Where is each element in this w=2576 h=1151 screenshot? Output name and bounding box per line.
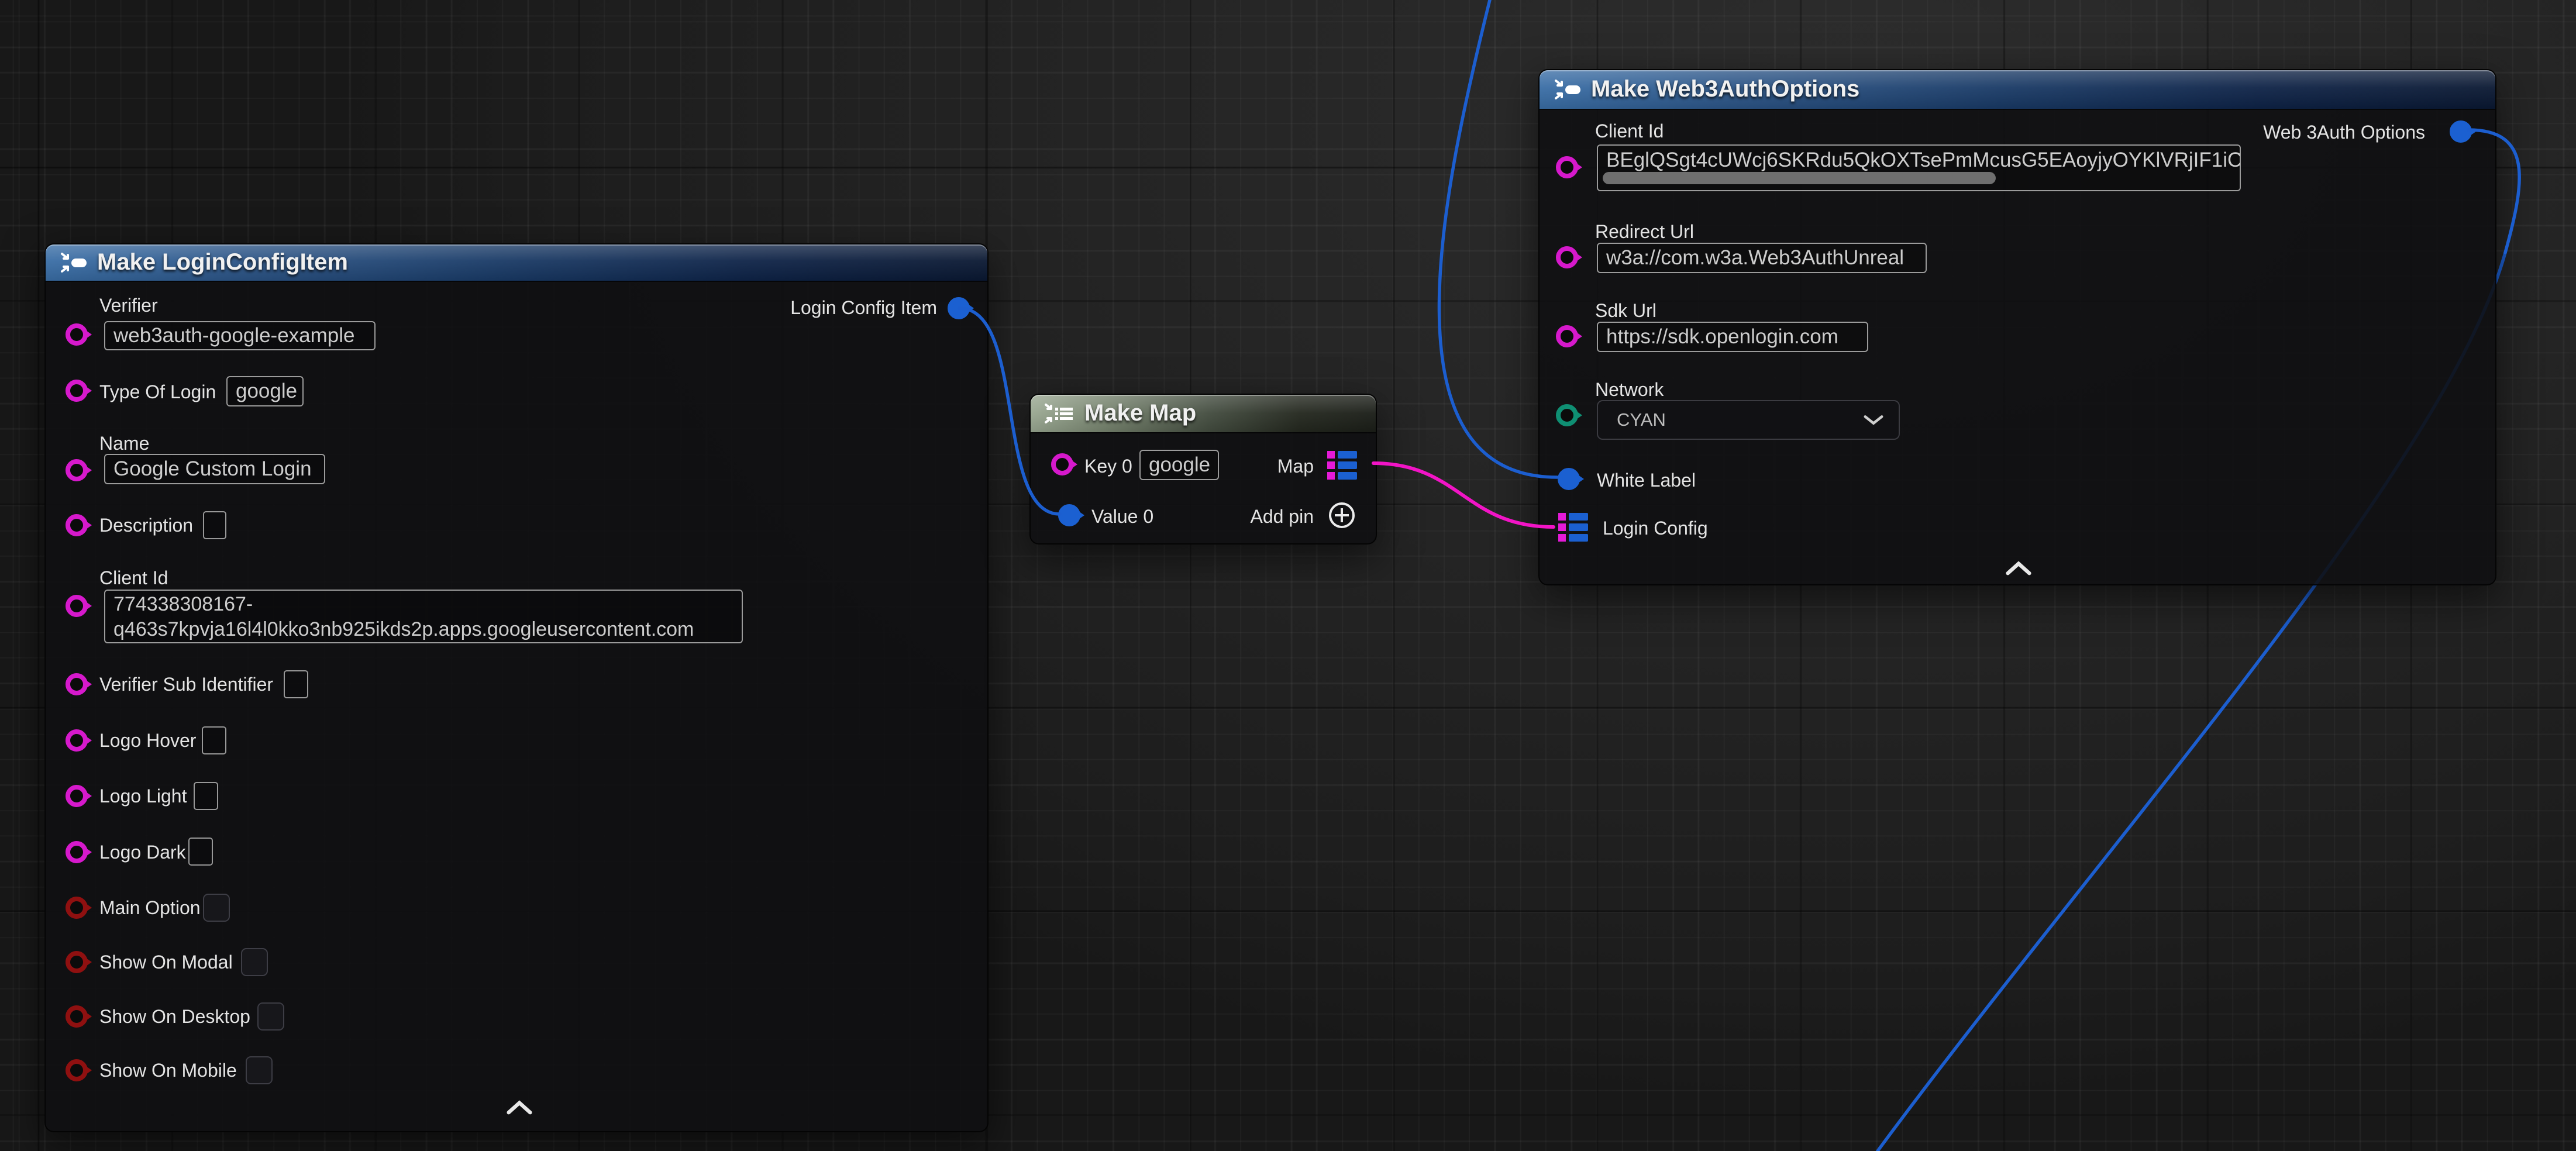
pin-logo-hover[interactable]: [66, 729, 88, 752]
pin-logo-light[interactable]: [66, 785, 88, 807]
pin-label: Verifier: [99, 295, 158, 316]
add-pin-label: Add pin: [1250, 506, 1314, 528]
pin-name[interactable]: [66, 459, 88, 481]
pin-client-id[interactable]: [1556, 156, 1578, 178]
pin-login-config-item-out[interactable]: [948, 297, 970, 319]
pin-show-on-desktop[interactable]: [66, 1005, 88, 1028]
pin-show-on-mobile[interactable]: [66, 1059, 88, 1081]
pin-logo-dark[interactable]: [66, 841, 88, 863]
name-input[interactable]: Google Custom Login: [104, 454, 325, 484]
client-id-line1: 774338308167-: [113, 593, 253, 615]
pin-label: Client Id: [99, 567, 168, 589]
pin-label: Show On Mobile: [99, 1060, 237, 1081]
pin-label: White Label: [1597, 470, 1696, 491]
pin-label: Name: [99, 433, 149, 454]
pin-label: Redirect Url: [1595, 221, 1694, 243]
node-header-make-loginconfigitem[interactable]: Make LoginConfigItem: [46, 244, 987, 281]
pin-description[interactable]: [66, 514, 88, 536]
output-pin-label: Login Config Item: [790, 297, 937, 319]
node-title: Make LoginConfigItem: [97, 249, 348, 275]
redirect-url-input[interactable]: w3a://com.w3a.Web3AuthUnreal: [1597, 243, 1927, 273]
node-title: Make Web3AuthOptions: [1591, 76, 1859, 102]
node-make-web3authoptions[interactable]: Make Web3AuthOptions Web 3Auth Options C…: [1538, 69, 2496, 585]
pin-value0[interactable]: [1058, 504, 1080, 526]
output-pin-label: Web 3Auth Options: [2263, 122, 2425, 143]
wire-map-to-login-config[interactable]: [1373, 463, 1554, 527]
pin-login-config[interactable]: [1558, 513, 1588, 542]
type-of-login-input[interactable]: google: [226, 376, 304, 406]
pin-show-on-modal[interactable]: [66, 951, 88, 973]
node-header-make-map[interactable]: Make Map: [1031, 395, 1376, 432]
make-map-icon: [1042, 401, 1079, 429]
show-on-modal-checkbox[interactable]: [241, 948, 268, 976]
node-header-make-web3authoptions[interactable]: Make Web3AuthOptions: [1540, 70, 2495, 109]
pin-label: Logo Dark: [99, 842, 186, 863]
add-pin-button[interactable]: [1329, 502, 1355, 528]
verifier-input[interactable]: web3auth-google-example: [104, 321, 376, 350]
pin-verifier[interactable]: [66, 323, 88, 346]
pin-label: Logo Light: [99, 785, 187, 807]
pin-label: Verifier Sub Identifier: [99, 674, 273, 695]
pin-web3auth-options-out[interactable]: [2450, 120, 2472, 143]
chevron-up-icon[interactable]: [2006, 560, 2031, 578]
make-struct-icon: [1552, 77, 1583, 105]
pin-label: Show On Modal: [99, 952, 233, 973]
map-output-label: Map: [1277, 456, 1314, 477]
chevron-up-icon[interactable]: [507, 1100, 532, 1118]
pin-label: Type Of Login: [99, 381, 216, 403]
chevron-down-icon: [1864, 413, 1883, 426]
sdk-url-input[interactable]: https://sdk.openlogin.com: [1597, 322, 1868, 352]
pin-map-out[interactable]: [1327, 451, 1357, 480]
description-input[interactable]: [203, 511, 226, 539]
pin-label: Value 0: [1091, 506, 1153, 528]
pin-label: Description: [99, 515, 193, 536]
node-make-loginconfigitem[interactable]: Make LoginConfigItem Login Config Item V…: [44, 243, 989, 1132]
logo-dark-input[interactable]: [188, 838, 213, 866]
logo-hover-input[interactable]: [202, 726, 226, 754]
pin-sdk-url[interactable]: [1556, 325, 1578, 347]
client-id-input[interactable]: 774338308167- q463s7kpvja16l4l0kko3nb925…: [104, 590, 743, 643]
pin-label: Show On Desktop: [99, 1006, 250, 1028]
network-dropdown[interactable]: CYAN: [1597, 400, 1900, 440]
network-selected-value: CYAN: [1617, 409, 1666, 430]
logo-light-input[interactable]: [194, 782, 218, 810]
key0-input[interactable]: google: [1139, 450, 1219, 480]
pin-label: Sdk Url: [1595, 300, 1657, 322]
show-on-mobile-checkbox[interactable]: [246, 1056, 273, 1084]
pin-white-label[interactable]: [1558, 468, 1580, 490]
pin-label: Network: [1595, 379, 1664, 401]
verifier-sub-identifier-input[interactable]: [284, 670, 308, 698]
make-struct-icon: [58, 250, 89, 278]
client-id-input[interactable]: BEglQSgt4cUWcj6SKRdu5QkOXTsePmMcusG5EAoy…: [1597, 144, 2241, 191]
pin-verifier-sub-identifier[interactable]: [66, 673, 88, 695]
pin-network[interactable]: [1556, 404, 1578, 426]
client-id-line2: q463s7kpvja16l4l0kko3nb925ikds2p.apps.go…: [113, 618, 694, 640]
pin-label: Login Config: [1603, 518, 1708, 539]
pin-label: Client Id: [1595, 120, 1664, 142]
pin-redirect-url[interactable]: [1556, 246, 1578, 268]
client-id-scrollbar[interactable]: [1603, 172, 1996, 184]
pin-label: Main Option: [99, 897, 201, 919]
pin-main-option[interactable]: [66, 897, 88, 919]
node-title: Make Map: [1084, 400, 1196, 426]
pin-key0[interactable]: [1051, 453, 1073, 475]
node-make-map[interactable]: Make Map Key 0 google Map Value 0 Add pi…: [1029, 394, 1377, 545]
main-option-checkbox[interactable]: [203, 894, 230, 922]
show-on-desktop-checkbox[interactable]: [257, 1002, 284, 1031]
blueprint-graph-canvas[interactable]: Make LoginConfigItem Login Config Item V…: [0, 0, 2576, 1151]
pin-type-of-login[interactable]: [66, 380, 88, 402]
pin-label: Key 0: [1084, 456, 1132, 477]
pin-client-id[interactable]: [66, 595, 88, 617]
pin-label: Logo Hover: [99, 730, 196, 752]
